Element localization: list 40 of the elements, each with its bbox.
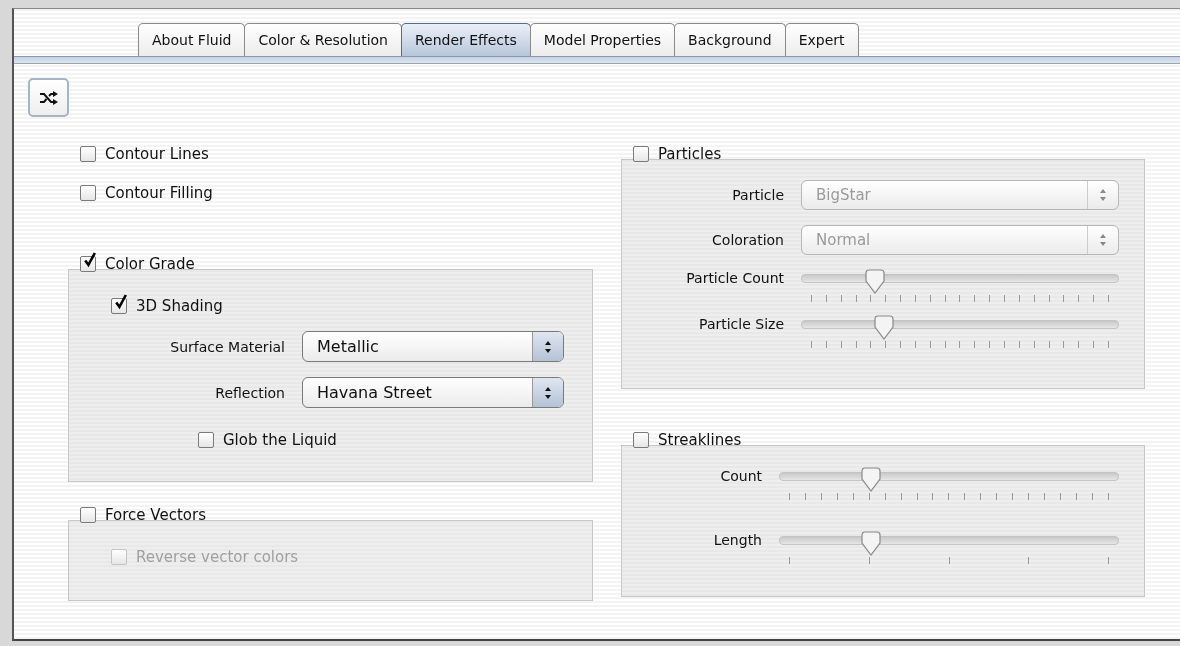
stepper-arrows-icon (544, 385, 552, 400)
shuffle-icon (38, 90, 59, 105)
stepper-arrows-icon (1099, 188, 1107, 202)
checkbox[interactable]: Color Grade (80, 253, 195, 275)
popup-button[interactable]: Havana Street (302, 377, 564, 408)
checkmark-icon (82, 252, 97, 269)
checkbox[interactable]: Streaklines (633, 429, 742, 451)
shuffle-button[interactable] (28, 78, 69, 117)
tab[interactable]: Expert (784, 23, 859, 56)
slider[interactable] (801, 270, 1119, 304)
slider-label: Particle Count (685, 270, 784, 286)
field-label: Particle (731, 187, 784, 203)
tab[interactable]: About Fluid (138, 23, 246, 56)
stepper-arrows-icon (544, 339, 552, 354)
slider-label: Count (719, 468, 762, 484)
slider[interactable] (779, 532, 1119, 566)
checkbox[interactable]: Force Vectors (80, 504, 206, 526)
slider[interactable] (801, 316, 1119, 350)
checkbox[interactable]: Contour Filling (80, 182, 213, 204)
tab[interactable]: Background (674, 23, 786, 56)
checkbox[interactable]: 3D Shading (111, 295, 223, 317)
field-label: Reflection (214, 384, 285, 401)
slider-thumb[interactable] (873, 315, 896, 341)
tab[interactable]: Model Properties (529, 23, 676, 56)
field-label: Coloration (711, 232, 784, 248)
slider-thumb[interactable] (860, 467, 883, 493)
slider-thumb[interactable] (860, 531, 883, 557)
tab[interactable]: Render Effects (400, 23, 531, 56)
field-label: Surface Material (169, 338, 285, 355)
slider-label: Particle Size (698, 316, 784, 332)
slider[interactable] (779, 468, 1119, 502)
tab[interactable]: Color & Resolution (244, 23, 402, 56)
checkbox[interactable]: Particles (633, 143, 722, 165)
checkbox[interactable]: Glob the Liquid (198, 429, 337, 451)
popup-button[interactable]: Metallic (302, 331, 564, 362)
slider-label: Length (712, 532, 762, 548)
checkbox[interactable]: Contour Lines (80, 143, 209, 165)
checkmark-icon (113, 294, 128, 311)
slider-thumb[interactable] (863, 269, 886, 295)
stepper-arrows-icon (1099, 233, 1107, 247)
